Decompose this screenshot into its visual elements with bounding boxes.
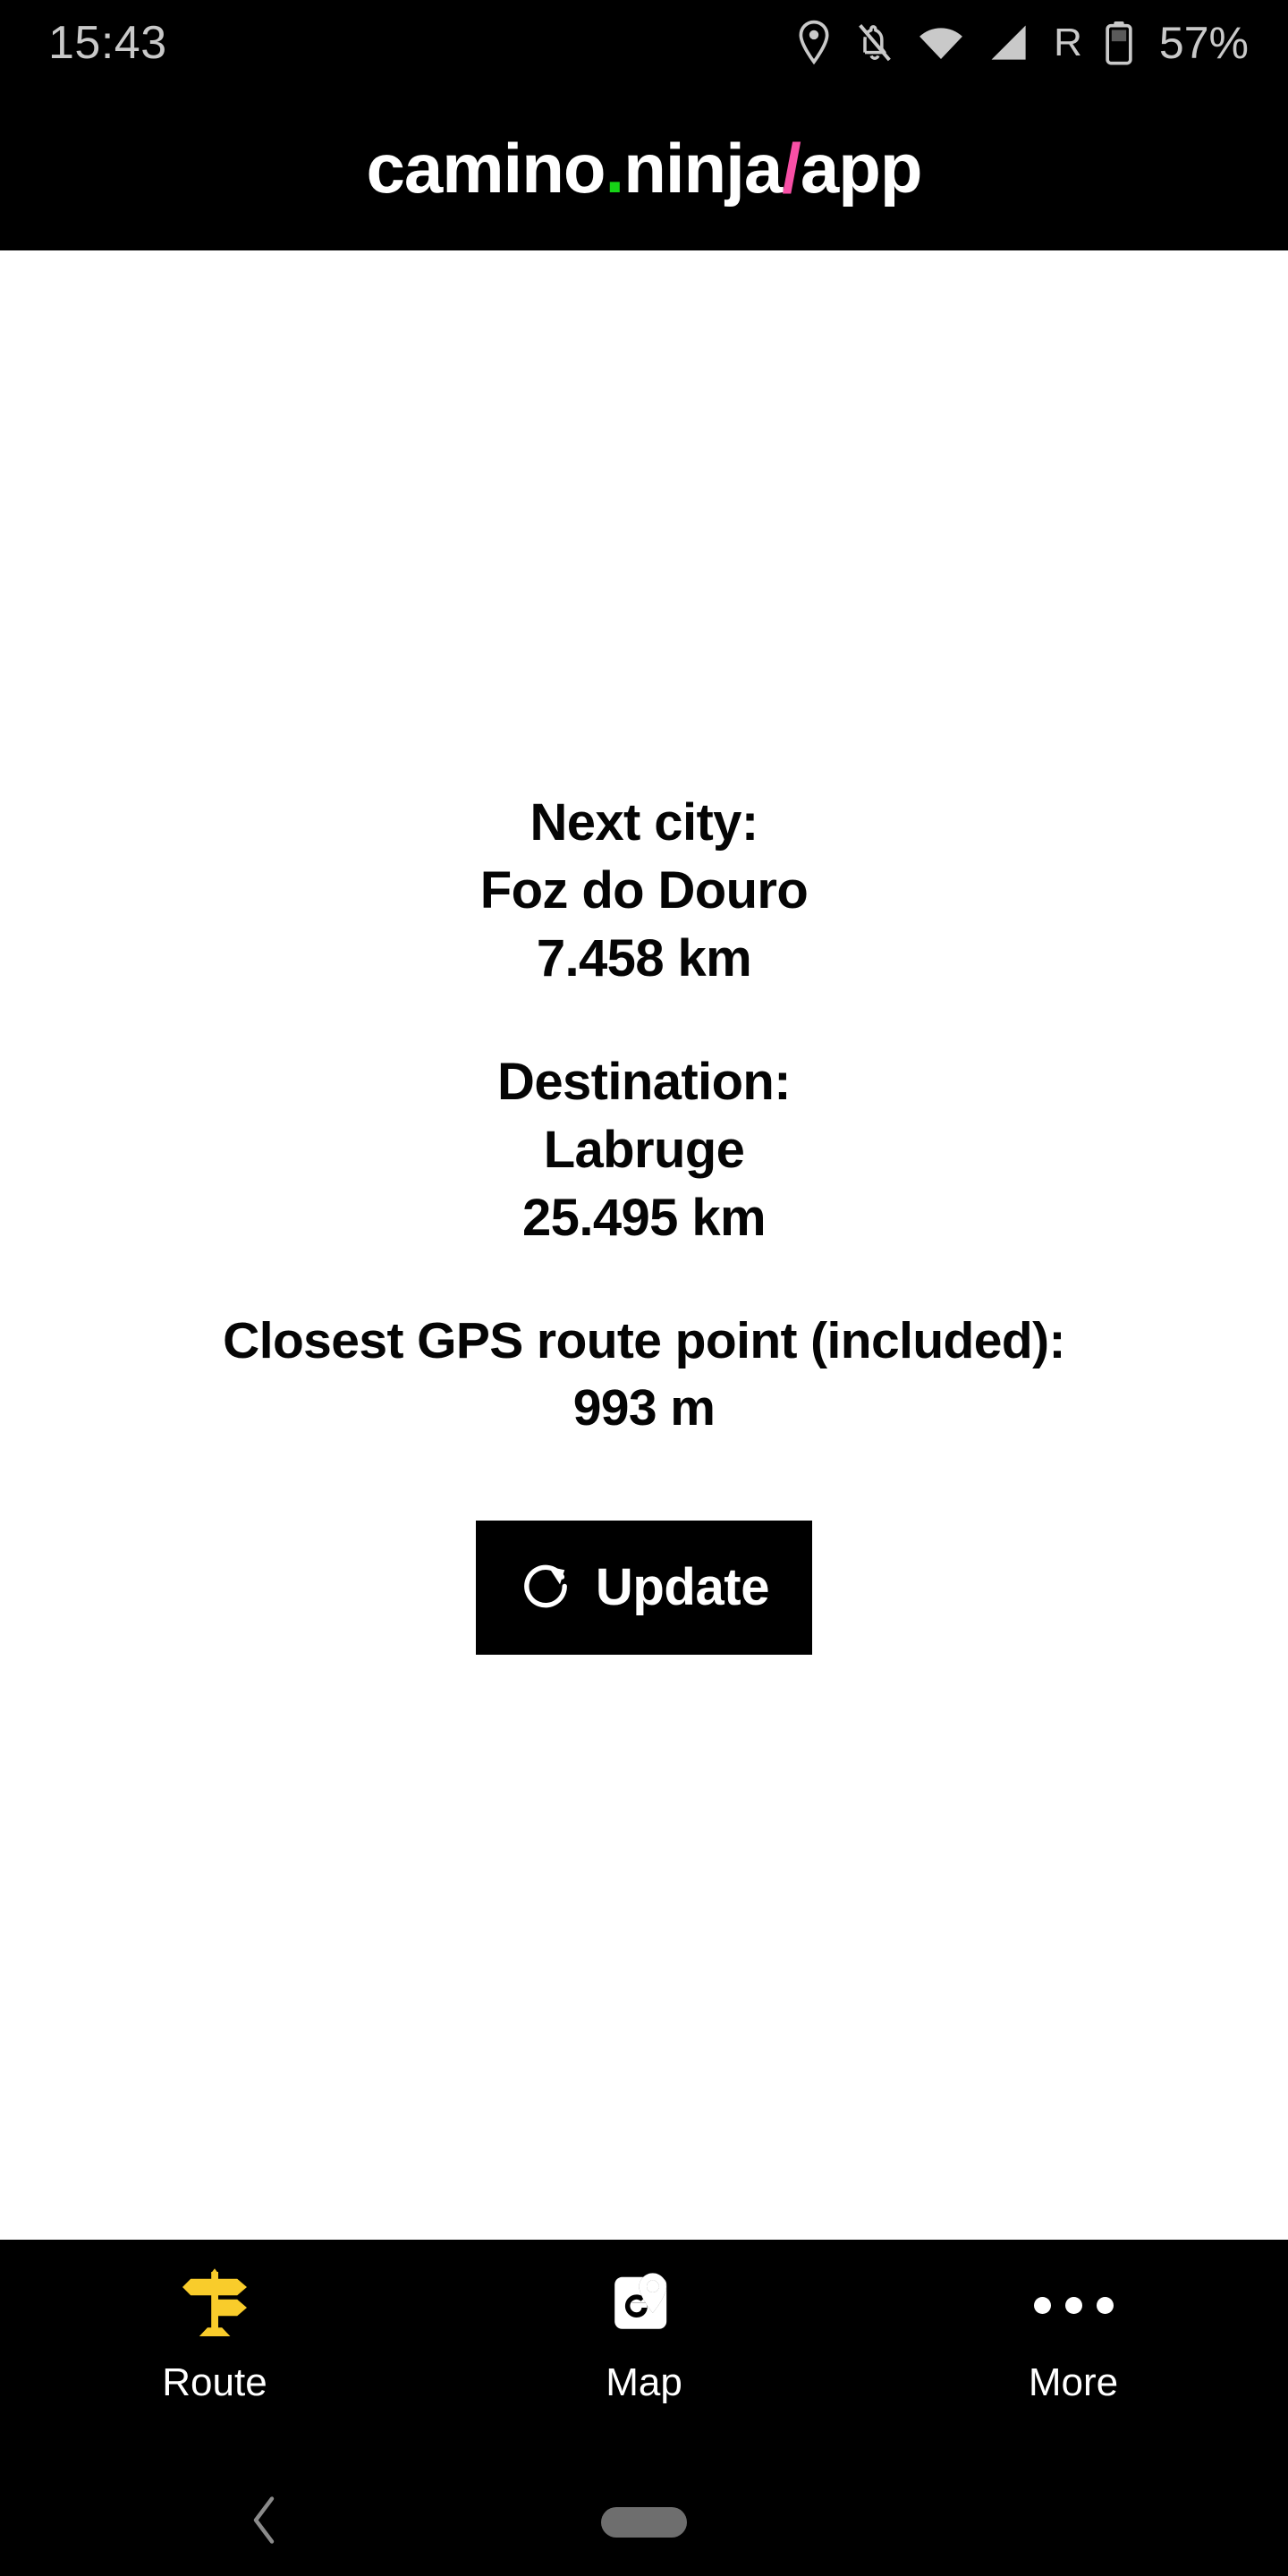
next-city-distance: 7.458 km: [536, 929, 752, 988]
status-icon-tray: R 57%: [796, 20, 1249, 66]
notifications-off-icon: [855, 21, 894, 65]
route-info-stack: Next city: Foz do Douro 7.458 km Destina…: [0, 789, 1288, 1655]
app-title-part3: app: [800, 129, 923, 208]
main-content: Next city: Foz do Douro 7.458 km Destina…: [0, 250, 1288, 2240]
next-city-block: Next city: Foz do Douro 7.458 km: [0, 789, 1288, 993]
tab-map[interactable]: Map: [429, 2263, 859, 2402]
app-title-part2: ninja: [623, 129, 783, 208]
home-pill-indicator[interactable]: [601, 2507, 687, 2538]
signpost-icon: [177, 2263, 252, 2347]
update-button-row: Update: [0, 1520, 1288, 1655]
update-button-label: Update: [595, 1557, 770, 1616]
next-city-name: Foz do Douro: [479, 861, 809, 920]
signal-icon: [987, 23, 1030, 63]
tab-more[interactable]: More: [859, 2263, 1288, 2402]
bottom-tab-bar: Route Map More: [0, 2240, 1288, 2469]
wifi-icon: [918, 24, 964, 62]
app-title-dot: .: [605, 129, 625, 208]
next-city-label: Next city:: [530, 793, 758, 852]
closest-gps-point-block: Closest GPS route point (included): 993 …: [0, 1308, 1288, 1441]
battery-percent-label: 57%: [1158, 18, 1249, 68]
destination-label: Destination:: [497, 1053, 792, 1112]
battery-icon: [1106, 21, 1132, 65]
ellipsis-icon: [1033, 2263, 1114, 2347]
ellipsis-dot: [1096, 2296, 1114, 2314]
tab-route-label: Route: [162, 2360, 267, 2404]
app-title-slash: /: [782, 129, 801, 208]
location-icon: [796, 20, 832, 66]
ellipsis-dot: [1033, 2296, 1051, 2314]
tab-map-label: Map: [606, 2360, 682, 2404]
app-title-bar: camino.ninja/app: [0, 86, 1288, 250]
refresh-icon: [519, 1559, 572, 1615]
system-navigation-bar: [0, 2469, 1288, 2576]
tab-more-label: More: [1028, 2360, 1119, 2404]
closest-gps-point-label: Closest GPS route point (included):: [223, 1312, 1065, 1370]
update-button[interactable]: Update: [475, 1520, 813, 1655]
destination-distance: 25.495 km: [522, 1189, 767, 1248]
phone-screen: 15:43 R 57% camino.ninja/app Next city: …: [0, 0, 1288, 2576]
closest-gps-point-distance: 993 m: [572, 1378, 716, 1436]
destination-block: Destination: Labruge 25.495 km: [0, 1048, 1288, 1252]
google-maps-icon: [608, 2263, 680, 2347]
roaming-icon: R: [1054, 21, 1082, 64]
tab-route[interactable]: Route: [0, 2263, 429, 2402]
app-title-part1: camino: [366, 129, 606, 208]
back-chevron-icon[interactable]: [249, 2496, 279, 2550]
status-bar: 15:43 R 57%: [0, 0, 1288, 86]
destination-name: Labruge: [543, 1121, 745, 1180]
app-title: camino.ninja/app: [366, 133, 922, 203]
status-clock: 15:43: [48, 17, 167, 69]
ellipsis-dot: [1064, 2296, 1082, 2314]
